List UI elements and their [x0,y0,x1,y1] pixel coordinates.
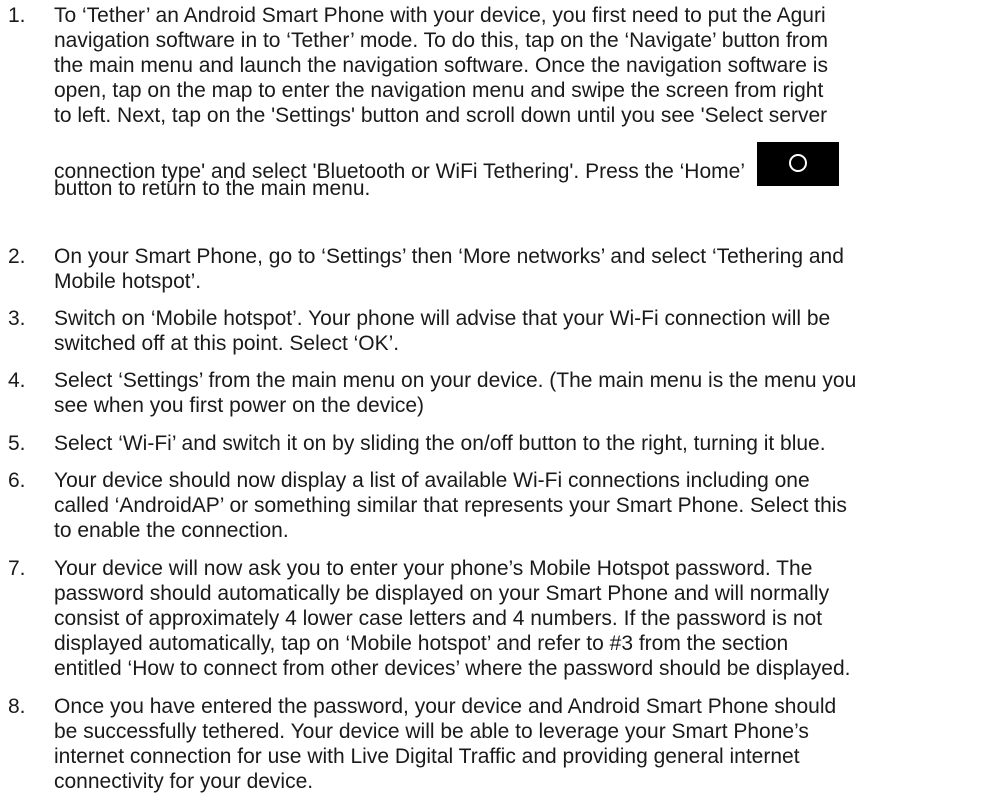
step-line: switched off at this point. Select ‘OK’. [54,332,400,355]
step-number: 1. [8,4,26,27]
step-5: 5. Select ‘Wi-Fi’ and switch it on by sl… [0,431,982,456]
step-line: navigation software in to ‘Tether’ mode.… [54,29,828,52]
step-line: connectivity for your device. [54,770,314,793]
step-line: On your Smart Phone, go to ‘Settings’ th… [54,245,844,268]
step-number: 6. [8,469,26,492]
step-line: to left. Next, tap on the 'Settings' but… [54,104,828,127]
step-line: Once you have entered the password, your… [54,695,837,718]
step-number: 2. [8,245,26,268]
step-7: 7. Your device will now ask you to enter… [0,556,982,681]
step-8: 8. Once you have entered the password, y… [0,694,982,794]
step-line: Switch on ‘Mobile hotspot’. Your phone w… [54,307,831,330]
step-line: Mobile hotspot’. [54,270,202,293]
step-line: password should automatically be display… [54,582,830,605]
step-line: Select ‘Wi-Fi’ and switch it on by slidi… [54,432,826,455]
step-6: 6. Your device should now display a list… [0,468,982,543]
step-line: called ‘AndroidAP’ or something similar … [54,494,847,517]
step-line: open, tap on the map to enter the naviga… [54,79,824,102]
step-line: Your device should now display a list of… [54,469,810,492]
step-line: displayed automatically, tap on ‘Mobile … [54,632,789,655]
step-line: internet connection for use with Live Di… [54,745,800,768]
step-number: 7. [8,557,26,580]
step-2: 2. On your Smart Phone, go to ‘Settings’… [0,244,982,294]
home-button-icon [757,142,839,186]
step-line: be successfully tethered. Your device wi… [54,720,809,743]
step-number: 3. [8,307,26,330]
step-number: 8. [8,695,26,718]
step-line: Your device will now ask you to enter yo… [54,557,813,580]
step-3: 3. Switch on ‘Mobile hotspot’. Your phon… [0,306,982,356]
step-line: To ‘Tether’ an Android Smart Phone with … [54,4,826,27]
step-line: Select ‘Settings’ from the main menu on … [54,369,857,392]
step-line: the main menu and launch the navigation … [54,54,828,77]
step-number: 5. [8,432,26,455]
step-line: entitled ‘How to connect from other devi… [54,657,851,680]
step-line: see when you first power on the device) [54,394,425,417]
step-line: consist of approximately 4 lower case le… [54,607,823,630]
step-line: to enable the connection. [54,519,289,542]
step-number: 4. [8,369,26,392]
step-1: 1. To ‘Tether’ an Android Smart Phone wi… [0,3,982,201]
step-4: 4. Select ‘Settings’ from the main menu … [0,368,982,418]
